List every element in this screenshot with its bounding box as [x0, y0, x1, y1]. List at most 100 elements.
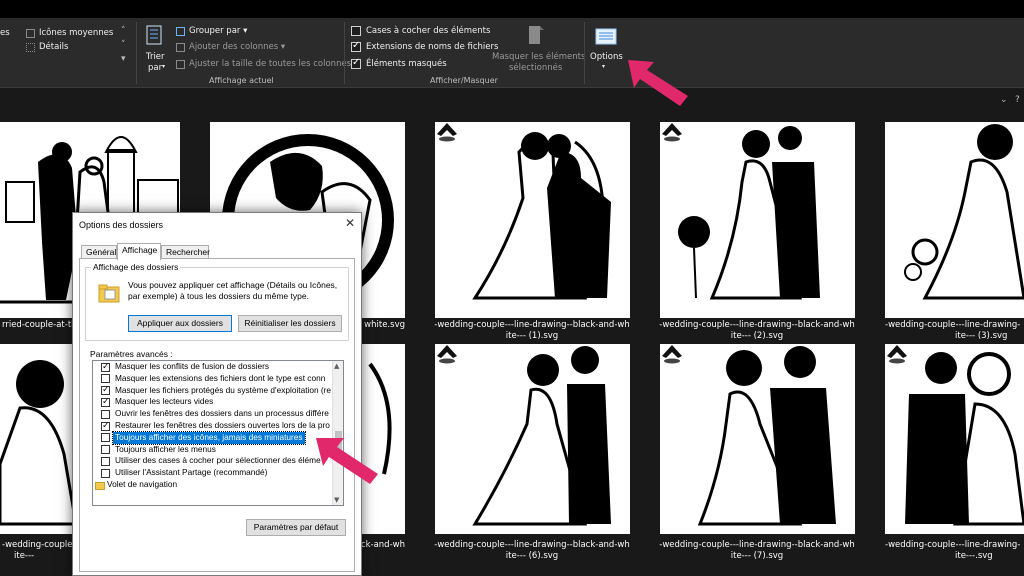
options-icon: [595, 28, 617, 45]
thumbnail-caption: -wedding-couple---line-drawing--black-an…: [659, 540, 855, 550]
hide-selected-label-1: Masquer les éléments: [492, 52, 586, 62]
couple-drawing: [904, 124, 1024, 300]
checkbox[interactable]: [101, 361, 110, 372]
scroll-down-icon[interactable]: ˅: [121, 40, 126, 50]
folder-icon: [95, 482, 105, 490]
checkbox[interactable]: [101, 409, 110, 419]
tab-search[interactable]: Rechercher: [161, 245, 210, 259]
close-icon[interactable]: ✕: [345, 216, 355, 230]
list-item-label: Masquer les conflits de fusion de dossie…: [115, 361, 270, 371]
thumbnail-10[interactable]: [885, 344, 1024, 534]
scroll-down-icon[interactable]: ▼: [334, 496, 339, 504]
thumbnail-caption: ite--- (7).svg: [730, 551, 784, 561]
hide-selected-button[interactable]: Masquer les éléments sélectionnés: [490, 22, 585, 74]
checkbox[interactable]: [101, 420, 110, 431]
couple-drawing: [697, 346, 836, 526]
list-item[interactable]: Utiliser des cases à cocher pour sélecti…: [93, 455, 333, 467]
thumbnail-3[interactable]: [435, 122, 630, 318]
list-item[interactable]: Restaurer les fenêtres des dossiers ouve…: [93, 420, 333, 432]
view-details[interactable]: Détails: [39, 42, 68, 52]
list-item[interactable]: Ouvrir les fenêtres des dossiers dans un…: [93, 408, 333, 420]
add-columns-label: Ajouter des colonnes: [189, 42, 279, 52]
fit-columns-button[interactable]: Ajuster la taille de toutes les colonnes: [189, 59, 351, 69]
checkbox[interactable]: [101, 445, 110, 455]
fit-columns-icon: [176, 60, 185, 69]
thumbnail-9[interactable]: [660, 344, 855, 534]
checkbox[interactable]: [101, 468, 110, 478]
advanced-settings-list[interactable]: Masquer les conflits de fusion de dossie…: [92, 360, 344, 506]
folder-views-title: Affichage des dossiers: [91, 262, 181, 272]
apply-to-folders-button[interactable]: Appliquer aux dossiers: [128, 315, 232, 332]
hide-selected-label-2: sélectionnés: [509, 63, 563, 73]
inkscape-icon: [662, 345, 682, 364]
list-item[interactable]: Masquer les conflits de fusion de dossie…: [93, 361, 333, 373]
add-columns-icon: [176, 43, 185, 52]
expand-icon[interactable]: ▾: [121, 54, 126, 64]
hidden-items-checkbox[interactable]: [351, 57, 361, 69]
couple-drawing: [472, 346, 611, 526]
divider: [584, 22, 585, 84]
dialog-title: Options des dossiers: [79, 220, 164, 230]
thumbnail-8[interactable]: [435, 344, 630, 534]
options-label: Options: [590, 52, 623, 62]
title-strip: [0, 0, 1024, 18]
file-extensions-label: Extensions de noms de fichiers: [366, 42, 499, 52]
thumbnail-5[interactable]: [885, 122, 1024, 318]
thumbnail-caption: ite--- (3).svg: [955, 331, 1008, 341]
view-item-partial[interactable]: es: [0, 28, 10, 38]
hidden-items-label: Éléments masqués: [366, 59, 447, 69]
ribbon: es Icônes moyennes Détails ˄ ˅ ▾ Trier p…: [0, 18, 1024, 88]
file-extensions-checkbox[interactable]: [351, 40, 361, 52]
sort-label-1: Trier: [146, 52, 165, 62]
inkscape-icon: [662, 123, 682, 142]
list-item[interactable]: Masquer les fichiers protégés du système…: [93, 384, 333, 397]
arrow-pointer-icon: [628, 60, 688, 106]
checkbox[interactable]: [101, 384, 110, 396]
folder-options-dialog: Options des dossiers ✕ Général Affichage…: [72, 212, 362, 576]
view-tab-panel: Affichage des dossiers Vous pouvez appli…: [79, 258, 355, 572]
current-view-group-label: Affichage actuel: [209, 76, 274, 85]
list-item[interactable]: Masquer les lecteurs vides: [93, 396, 333, 408]
scroll-up-icon[interactable]: ˄: [121, 26, 126, 36]
dropdown-icon: ▾: [602, 63, 606, 70]
hide-selected-icon: [529, 26, 544, 44]
item-checkboxes-checkbox[interactable]: [351, 26, 361, 36]
dropdown-icon: ▾: [162, 63, 166, 70]
checkbox[interactable]: [101, 396, 110, 408]
options-button[interactable]: Options ▾: [588, 22, 626, 74]
tab-view[interactable]: Affichage: [117, 243, 161, 260]
list-item-label: Utiliser des cases à cocher pour sélecti…: [115, 455, 321, 466]
address-bar: ⌄ ?: [0, 88, 1024, 114]
help-icon[interactable]: ?: [1015, 95, 1020, 105]
medium-icons-icon: [26, 29, 35, 38]
list-item-label: Masquer les lecteurs vides: [115, 396, 214, 407]
thumbnail-caption: -wedding-couple---line-drawing-: [885, 540, 1021, 550]
thumbnail-caption: -wedding-couple---line-drawing--black-an…: [659, 320, 855, 330]
group-by-button[interactable]: Grouper par ▾: [189, 26, 247, 36]
view-medium-icons[interactable]: Icônes moyennes: [39, 28, 113, 38]
item-checkboxes-label: Cases à cocher des éléments: [366, 26, 491, 36]
list-item-label: Toujours afficher des icônes, jamais des…: [112, 430, 306, 445]
add-columns-button[interactable]: Ajouter des colonnes ▾: [189, 42, 285, 52]
show-hide-group-label: Afficher/Masquer: [430, 76, 498, 85]
list-item[interactable]: Masquer les extensions des fichiers dont…: [93, 373, 333, 385]
restore-defaults-button[interactable]: Paramètres par défaut: [246, 519, 346, 536]
checkbox[interactable]: [101, 433, 110, 443]
list-item-folder[interactable]: Volet de navigation: [93, 479, 333, 491]
list-item-label: Toujours afficher les menus: [115, 443, 216, 454]
checkbox[interactable]: [101, 374, 110, 384]
advanced-settings-label: Paramètres avancés :: [90, 349, 173, 359]
sort-by-button[interactable]: Trier par ▾: [144, 24, 168, 74]
details-icon: [26, 43, 35, 52]
list-item-selected[interactable]: Toujours afficher des icônes, jamais des…: [93, 430, 333, 445]
chevron-down-icon[interactable]: ⌄: [1000, 95, 1008, 105]
scroll-up-icon[interactable]: ▲: [334, 362, 339, 370]
thumbnail-caption: ite--- (2).svg: [730, 331, 784, 341]
reset-folders-button[interactable]: Réinitialiser les dossiers: [238, 315, 342, 332]
list-item[interactable]: Toujours afficher les menus: [93, 444, 333, 456]
checkbox[interactable]: [101, 456, 110, 466]
list-item-label: Ouvrir les fenêtres des dossiers dans un…: [115, 408, 329, 419]
list-item[interactable]: Utiliser l'Assistant Partage (recommandé…: [93, 467, 333, 479]
thumbnail-4[interactable]: [660, 122, 855, 318]
tab-general[interactable]: Général: [81, 245, 117, 259]
